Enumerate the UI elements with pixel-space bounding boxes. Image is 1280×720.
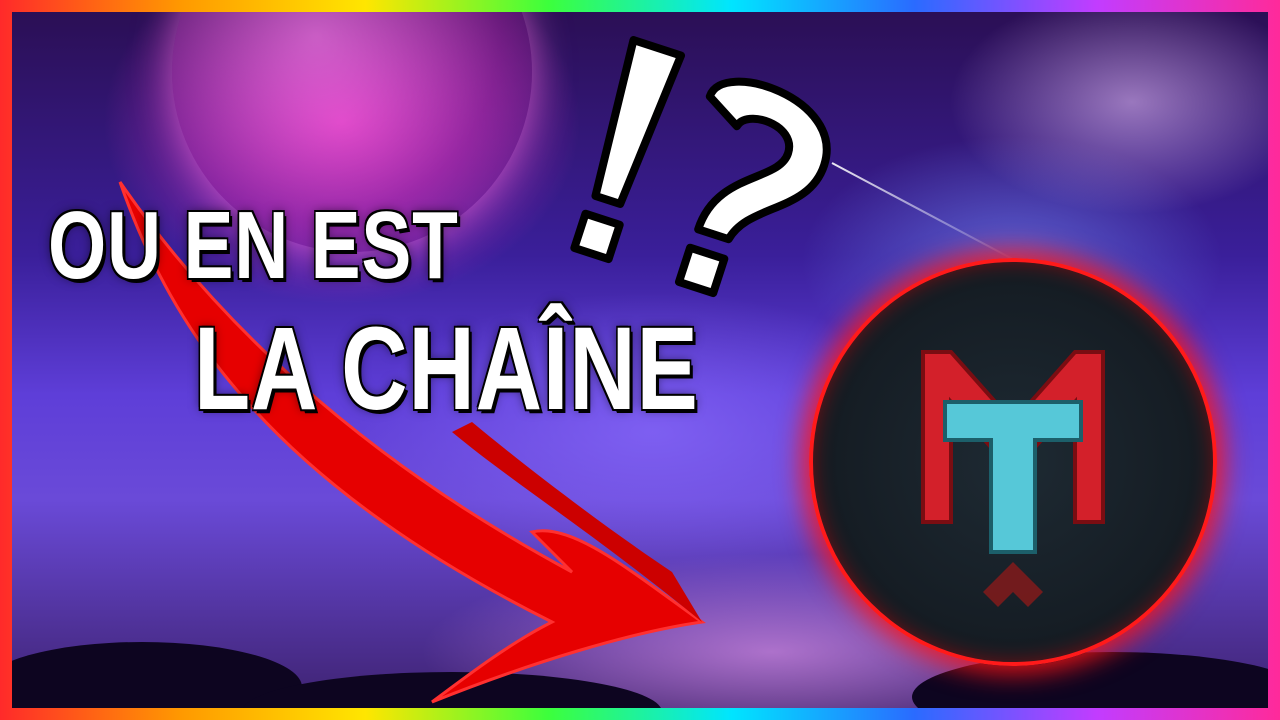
headline-line-2: LA CHAÎNE	[194, 303, 699, 435]
headline-line-1: OU EN EST	[48, 192, 459, 299]
rainbow-border: OU EN EST LA CHAÎNE	[0, 0, 1280, 720]
channel-logo-icon	[809, 258, 1217, 666]
space-background: OU EN EST LA CHAÎNE	[12, 12, 1268, 708]
